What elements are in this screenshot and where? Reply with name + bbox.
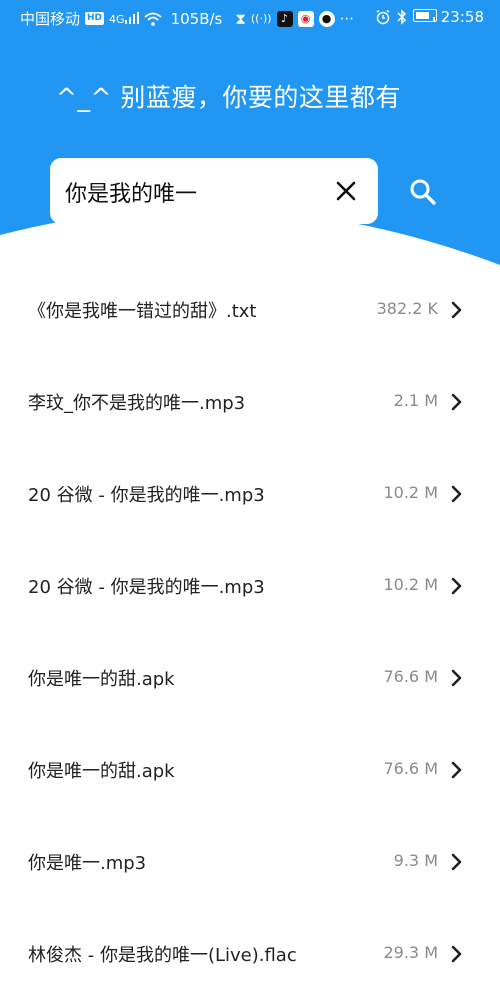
alarm-icon [376, 9, 390, 25]
chevron-right-icon [451, 669, 462, 687]
header-background [0, 0, 500, 265]
status-left: 中国移动 HD 4G 105B/s ⧗ ((·)) ♪ ◉ ● ··· [20, 8, 354, 29]
bluetooth-icon [397, 9, 406, 25]
file-size: 9.3 M [393, 851, 438, 870]
search-query-text[interactable]: 你是我的唯一 [65, 176, 197, 208]
file-name: 20 谷微 - 你是我的唯一.mp3 [28, 485, 265, 506]
file-name: 你是唯一的甜.apk [28, 761, 175, 782]
wifi-icon [143, 12, 162, 26]
file-name: 20 谷微 - 你是我的唯一.mp3 [28, 577, 265, 598]
list-item[interactable]: 林俊杰 - 你是我的唯一(Live).flac 29.3 M [0, 908, 500, 1000]
chevron-right-icon [451, 301, 462, 319]
chevron-right-icon [451, 853, 462, 871]
list-item[interactable]: 李玟_你不是我的唯一.mp3 2.1 M [0, 356, 500, 448]
weibo-icon: ◉ [297, 10, 314, 27]
file-size: 10.2 M [383, 575, 438, 594]
file-name: 林俊杰 - 你是我的唯一(Live).flac [28, 945, 297, 966]
header-slogan: ^_^ 别蓝瘦，你要的这里都有 [56, 83, 401, 112]
battery-icon [412, 8, 437, 26]
file-name: 李玟_你不是我的唯一.mp3 [28, 393, 246, 414]
chevron-right-icon [451, 485, 462, 503]
file-size: 382.2 K [376, 299, 438, 318]
list-item[interactable]: 20 谷微 - 你是我的唯一.mp3 10.2 M [0, 540, 500, 632]
list-item[interactable]: 你是唯一的甜.apk 76.6 M [0, 724, 500, 816]
close-icon[interactable] [332, 177, 360, 205]
hotspot-icon: ((·)) [250, 12, 272, 25]
file-size: 2.1 M [393, 391, 438, 410]
hd-badge: HD [85, 12, 105, 25]
more-notifications-icon: ··· [339, 9, 354, 28]
list-item[interactable]: 你是唯一的甜.apk 76.6 M [0, 632, 500, 724]
file-size: 10.2 M [383, 483, 438, 502]
chevron-right-icon [451, 577, 462, 595]
file-size: 76.6 M [383, 667, 438, 686]
chevron-right-icon [451, 761, 462, 779]
file-name: 《你是我唯一错过的甜》.txt [28, 301, 257, 322]
network-type-label: 4G [109, 12, 125, 26]
file-size: 29.3 M [383, 943, 438, 962]
list-item[interactable]: 20 谷微 - 你是我的唯一.mp3 10.2 M [0, 448, 500, 540]
file-size: 76.6 M [383, 759, 438, 778]
clock-time: 23:58 [440, 8, 484, 26]
result-list: 《你是我唯一错过的甜》.txt 382.2 K 李玟_你不是我的唯一.mp3 2… [0, 264, 500, 1000]
signal-icon: 4G [109, 11, 139, 26]
search-input[interactable]: 你是我的唯一 [50, 158, 378, 224]
chevron-right-icon [451, 945, 462, 963]
network-speed: 105B/s [170, 9, 223, 28]
tiktok-icon: ♪ [276, 10, 293, 27]
qq-icon: ● [318, 10, 335, 27]
list-item[interactable]: 《你是我唯一错过的甜》.txt 382.2 K [0, 264, 500, 356]
file-name: 你是唯一的甜.apk [28, 669, 175, 690]
chevron-right-icon [451, 393, 462, 411]
carrier-label: 中国移动 [20, 10, 81, 28]
status-bar: 中国移动 HD 4G 105B/s ⧗ ((·)) ♪ ◉ ● ··· 23:5… [0, 0, 500, 36]
search-icon[interactable] [406, 175, 440, 209]
hourglass-icon: ⧗ [235, 9, 246, 28]
status-right: 23:58 [375, 8, 484, 26]
file-name: 你是唯一.mp3 [28, 853, 147, 874]
list-item[interactable]: 你是唯一.mp3 9.3 M [0, 816, 500, 908]
